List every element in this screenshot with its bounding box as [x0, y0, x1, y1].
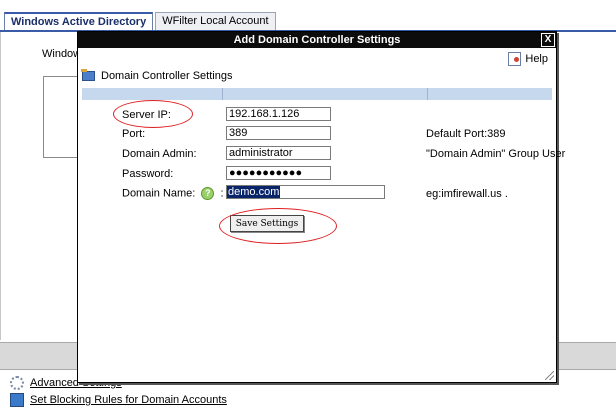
background-label: Window: [42, 48, 82, 60]
password-input[interactable]: [226, 166, 331, 180]
server-ip-input[interactable]: [226, 107, 331, 121]
close-button[interactable]: X: [541, 33, 555, 47]
domain-admin-input[interactable]: [226, 146, 331, 160]
section-header: Domain Controller Settings: [81, 69, 233, 82]
dialog-titlebar[interactable]: Add Domain Controller Settings: [78, 32, 556, 48]
monitor-icon: [10, 393, 24, 407]
tab-bar: Windows Active Directory WFilter Local A…: [4, 12, 278, 30]
tab-wfilter-local-account[interactable]: WFilter Local Account: [155, 12, 276, 30]
port-note: Default Port:389: [426, 128, 506, 140]
domain-admin-label: Domain Admin:: [122, 148, 197, 160]
domain-name-note: eg:imfirewall.us .: [426, 188, 508, 200]
help-link[interactable]: Help: [508, 52, 548, 66]
resize-grip-icon[interactable]: [545, 371, 554, 380]
server-ip-label: Server IP:: [122, 109, 171, 121]
help-label: Help: [525, 53, 548, 65]
tab-windows-active-directory[interactable]: Windows Active Directory: [4, 12, 154, 30]
blocking-rules-link[interactable]: Set Blocking Rules for Domain Accounts: [10, 392, 227, 408]
form-header-strip: [82, 88, 552, 100]
domain-name-label-row: Domain Name: ? :: [122, 187, 224, 200]
gear-icon: [10, 376, 24, 390]
question-icon[interactable]: ?: [201, 187, 215, 200]
save-settings-button[interactable]: Save Settings: [230, 215, 304, 232]
section-title: Domain Controller Settings: [101, 70, 233, 82]
column-divider: [427, 88, 428, 100]
domain-name-colon: :: [220, 187, 224, 200]
domain-admin-note: "Domain Admin" Group User: [426, 148, 566, 160]
add-domain-controller-dialog: Add Domain Controller Settings X Help Do…: [77, 31, 565, 383]
port-input[interactable]: [226, 126, 331, 140]
blocking-rules-label: Set Blocking Rules for Domain Accounts: [30, 394, 227, 406]
help-icon: [508, 52, 522, 66]
folder-icon: [81, 69, 95, 81]
domain-name-selected-text: demo.com: [227, 186, 281, 198]
port-label: Port:: [122, 128, 146, 140]
domain-name-input[interactable]: demo.com: [226, 185, 385, 199]
column-divider: [222, 88, 223, 100]
domain-name-label: Domain Name:: [122, 187, 196, 200]
dialog-title: Add Domain Controller Settings: [233, 34, 401, 46]
password-label: Password:: [122, 168, 174, 180]
